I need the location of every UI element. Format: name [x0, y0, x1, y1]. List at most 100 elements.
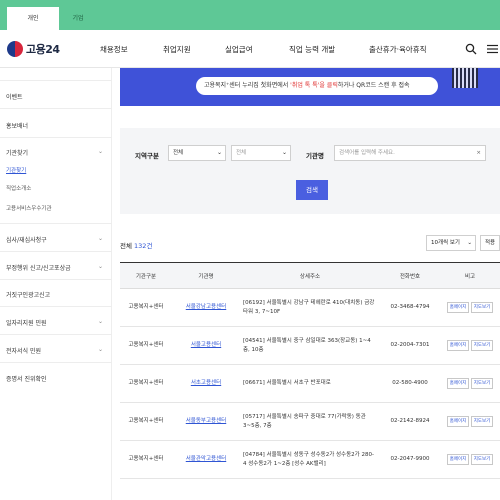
sidebar-item-false-ad-report[interactable]: 거짓구인광고신고 [6, 290, 50, 299]
result-total-prefix: 전체 [120, 242, 135, 250]
cell-note: 홈페이지 지도보기 [440, 440, 500, 479]
region-label: 지역구분 [135, 152, 159, 160]
col-header-address: 상세주소 [240, 262, 380, 289]
map-button[interactable]: 지도보기 [471, 340, 493, 351]
map-button[interactable]: 지도보기 [471, 378, 493, 389]
homepage-button[interactable]: 홈페이지 [447, 454, 469, 465]
apply-button[interactable]: 적용 [480, 235, 500, 251]
org-name-input[interactable]: 검색어를 입력해 주세요. × [334, 145, 486, 161]
chevron-down-icon[interactable]: ⌄ [98, 263, 103, 270]
banner-message: 고용복지⁺센터 누리집 첫화면에서 '취업 톡 톡'을 클릭하거나 QR코드 스… [196, 77, 438, 95]
sidebar-item-banner[interactable]: 홍보배너 [6, 121, 28, 130]
banner-text-after: 하거나 QR코드 스캔 후 접속 [337, 82, 410, 89]
clear-icon[interactable]: × [476, 146, 481, 160]
logo[interactable]: 고용24 [7, 40, 60, 58]
cell-address: [04541] 서울특별시 중구 삼일대로 363(장교동) 1~4층, 10층 [240, 326, 380, 365]
top-tab-bar: 개인 기업 [0, 0, 500, 30]
search-panel [120, 128, 500, 214]
sidebar-divider [0, 137, 112, 138]
search-icon[interactable] [465, 43, 477, 55]
cell-phone: 02-580-4900 [380, 364, 440, 403]
tab-business[interactable]: 기업 [52, 7, 104, 30]
chevron-down-icon[interactable]: ⌄ [98, 318, 103, 325]
menu-icon[interactable] [486, 43, 498, 55]
sidebar-subitem-excellent-org[interactable]: 고용서비스우수기관 [6, 204, 52, 212]
chevron-down-icon[interactable]: ⌄ [98, 235, 103, 242]
nav-employment-support[interactable]: 취업지원 [163, 44, 191, 55]
sidebar-item-e-form[interactable]: 전자서식 민원 [6, 346, 41, 355]
cell-note: 홈페이지 지도보기 [440, 288, 500, 327]
qr-code-icon [452, 68, 478, 88]
sidebar-item-find-org[interactable]: 기관찾기 [6, 148, 28, 157]
table-row: 고용복지+센터 서울동부고용센터 [05717] 서울특별시 송파구 중대로 77(… [120, 402, 500, 441]
homepage-button[interactable]: 홈페이지 [447, 416, 469, 427]
sidebar-subitem-job-agency[interactable]: 직업소개소 [6, 184, 31, 192]
cell-phone: 02-3468-4794 [380, 288, 440, 327]
sidebar-divider [0, 80, 112, 81]
org-name-link[interactable]: 서울강남고용센터 [186, 304, 226, 310]
page-size-select[interactable]: 10개씩 보기 ⌄ [426, 235, 476, 251]
cell-note: 홈페이지 지도보기 [440, 402, 500, 441]
taegeuk-logo-icon [7, 41, 23, 57]
org-name-link[interactable]: 서울고용센터 [191, 342, 221, 348]
org-name-link[interactable]: 서초고용센터 [191, 380, 221, 386]
result-total: 전체 132건 [120, 240, 152, 250]
sidebar-divider [0, 334, 112, 335]
nav-job-skills[interactable]: 직업 능력 개발 [289, 44, 335, 55]
cell-type: 고용복지+센터 [120, 288, 172, 327]
subregion-select-value: 전체 [236, 150, 247, 156]
map-button[interactable]: 지도보기 [471, 454, 493, 465]
sidebar-item-cert-verify[interactable]: 증명서 진위확인 [6, 374, 47, 383]
col-header-note: 비고 [440, 262, 500, 289]
banner-text-before: 고용복지⁺센터 누리집 첫화면에서 [204, 82, 291, 89]
org-name-link[interactable]: 서울동부고용센터 [186, 418, 226, 424]
cell-name: 서울관악고용센터 [172, 440, 240, 479]
col-header-name: 기관명 [172, 262, 240, 289]
chevron-down-icon: ⌄ [467, 240, 472, 246]
sidebar-divider [0, 223, 112, 224]
cell-type: 고용복지+센터 [120, 364, 172, 403]
chevron-down-icon: ⌄ [281, 149, 287, 156]
region-select[interactable]: 전체 ⌄ [168, 145, 226, 161]
nav-unemployment-benefit[interactable]: 실업급여 [225, 44, 253, 55]
sidebar-subitem-find-org[interactable]: 기관찾기 [6, 166, 26, 174]
org-name-label: 기관명 [306, 152, 324, 160]
cell-type: 고용복지+센터 [120, 326, 172, 365]
banner-text-highlight: '취업 톡 톡'을 클릭 [290, 82, 338, 89]
homepage-button[interactable]: 홈페이지 [447, 378, 469, 389]
search-button[interactable]: 검색 [296, 180, 328, 200]
map-button[interactable]: 지도보기 [471, 416, 493, 427]
chevron-down-icon[interactable]: ⌄ [98, 346, 103, 353]
sidebar-item-event[interactable]: 이벤트 [6, 92, 23, 101]
map-button[interactable]: 지도보기 [471, 302, 493, 313]
cell-phone: 02-2047-9900 [380, 440, 440, 479]
cell-type: 고용복지+센터 [120, 402, 172, 441]
sidebar-divider [0, 251, 112, 252]
cell-name: 서초고용센터 [172, 364, 240, 403]
org-name-link[interactable]: 서울관악고용센터 [186, 456, 226, 462]
table-row: 고용복지+센터 서울관악고용센터 [04784] 서울특별시 성동구 성수동2가 성… [120, 440, 500, 479]
sidebar-divider [0, 279, 112, 280]
nav-job-info[interactable]: 채용정보 [100, 44, 128, 55]
cell-address: [05717] 서울특별시 송파구 중대로 77(가락동) 동관 3~5층, 7… [240, 402, 380, 441]
cell-note: 홈페이지 지도보기 [440, 364, 500, 403]
col-header-type: 기관구분 [120, 262, 172, 289]
nav-parental-leave[interactable]: 출산휴가·육아휴직 [369, 44, 427, 55]
cell-address: [06671] 서울특별시 서초구 반포대로 [240, 364, 380, 403]
subregion-select[interactable]: 전체 ⌄ [231, 145, 291, 161]
org-name-placeholder: 검색어를 입력해 주세요. [339, 150, 395, 156]
cell-note: 홈페이지 지도보기 [440, 326, 500, 365]
sidebar-item-appeal[interactable]: 심사/재심사청구 [6, 235, 47, 244]
result-total-count: 132건 [134, 242, 153, 250]
homepage-button[interactable]: 홈페이지 [447, 302, 469, 313]
cell-phone: 02-2004-7301 [380, 326, 440, 365]
table-row: 고용복지+센터 서울고용센터 [04541] 서울특별시 중구 삼일대로 363(장… [120, 326, 500, 365]
sidebar-item-job-support[interactable]: 일자리지원 민원 [6, 318, 47, 327]
homepage-button[interactable]: 홈페이지 [447, 340, 469, 351]
logo-text: 고용24 [26, 43, 60, 56]
chevron-down-icon[interactable]: ⌄ [98, 148, 103, 155]
table-header-row: 기관구분 기관명 상세주소 전화번호 비고 [120, 262, 500, 289]
sidebar-item-fraud-report[interactable]: 부정행위 신고/신고포상금 [6, 263, 71, 272]
cell-name: 서울강남고용센터 [172, 288, 240, 327]
cell-phone: 02-2142-8924 [380, 402, 440, 441]
